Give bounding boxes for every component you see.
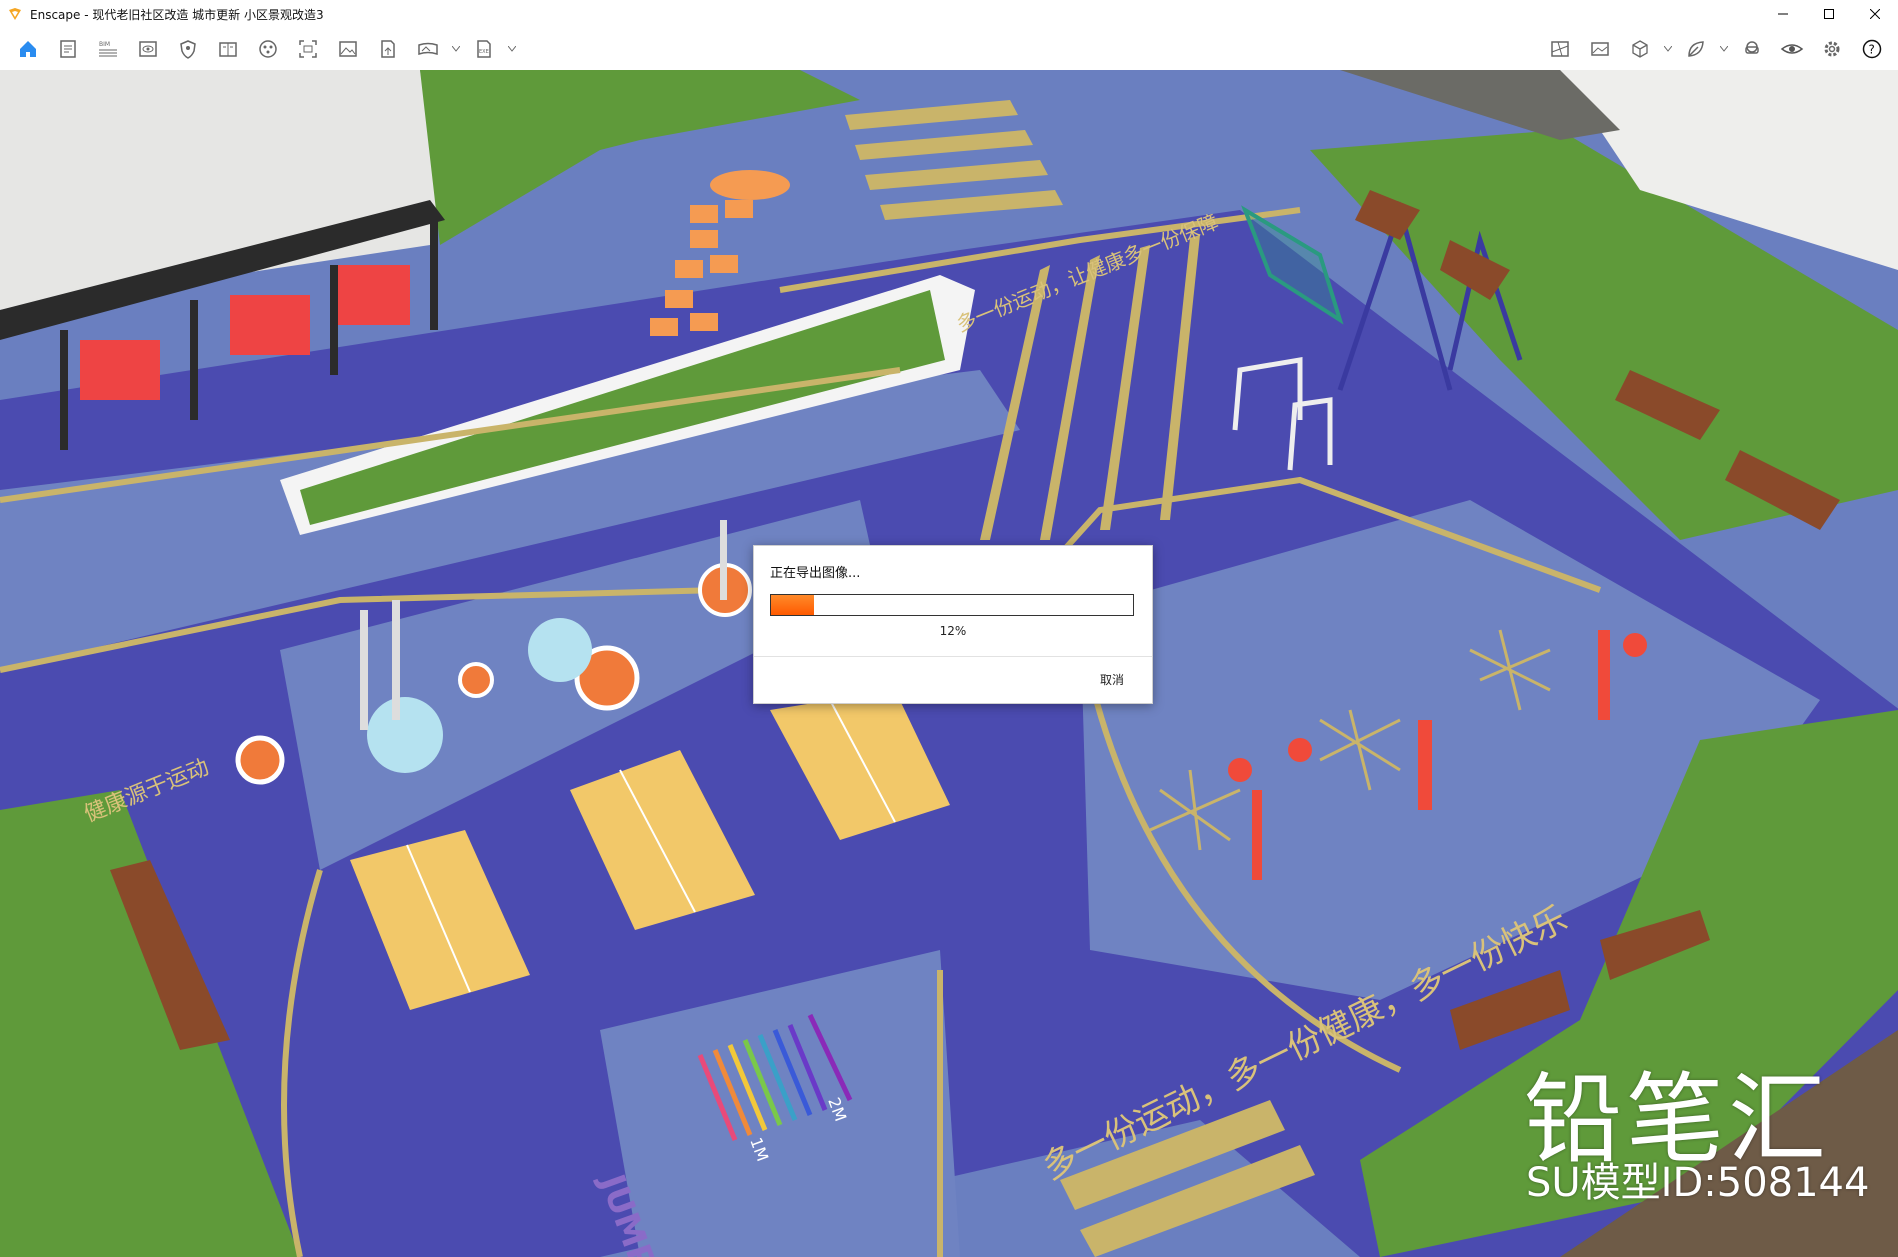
exe-export-icon: EXE [477, 40, 491, 58]
bim-label: BIM [99, 41, 110, 48]
toolbar-right-group: ? [1540, 28, 1892, 70]
visual-settings-button[interactable] [1772, 29, 1812, 69]
home-button[interactable] [8, 29, 48, 69]
chevron-down-icon [1720, 46, 1728, 52]
leaf-dropdown[interactable] [1716, 29, 1732, 69]
window-controls [1760, 0, 1898, 28]
view-icon [139, 41, 157, 57]
panorama-dropdown[interactable] [448, 29, 464, 69]
cube-dropdown[interactable] [1660, 29, 1676, 69]
book-icon [219, 42, 237, 57]
asset-library-button[interactable] [248, 29, 288, 69]
screenshot-icon [299, 40, 317, 58]
enscape-logo-icon [9, 8, 21, 20]
help-button[interactable]: ? [1852, 29, 1892, 69]
book-button[interactable] [208, 29, 248, 69]
shield-icon [180, 40, 196, 59]
dialog-divider [754, 656, 1152, 657]
close-button[interactable] [1852, 0, 1898, 28]
maximize-icon [1824, 9, 1834, 19]
view-button[interactable] [128, 29, 168, 69]
document-icon [60, 40, 76, 58]
exe-dropdown[interactable] [504, 29, 520, 69]
leaf-icon [1688, 41, 1704, 57]
panorama-icon [418, 42, 438, 56]
minimize-icon [1778, 13, 1788, 15]
watermark-model-id: SU模型ID:508144 [1526, 1160, 1870, 1206]
toolbar: BIM EXE ? [0, 28, 1898, 93]
cube-icon [1632, 40, 1648, 58]
title-bar: Enscape - 现代老旧社区改造 城市更新 小区景观改造3 [0, 0, 1898, 28]
dialog-title: 正在导出图像... [770, 566, 861, 581]
panorama-button[interactable] [408, 29, 448, 69]
document-button[interactable] [48, 29, 88, 69]
window-title: Enscape - 现代老旧社区改造 城市更新 小区景观改造3 [30, 7, 324, 22]
home-icon [20, 41, 36, 57]
asset-library-icon [259, 40, 277, 58]
bim-icon: BIM [99, 41, 117, 57]
progress-fill [771, 595, 815, 615]
visual-settings-icon [1780, 44, 1804, 54]
cancel-button[interactable]: 取消 [1100, 671, 1124, 688]
help-icon: ? [1862, 39, 1882, 59]
svg-text:?: ? [1869, 43, 1875, 57]
map-icon [1551, 41, 1569, 57]
screenshot-button[interactable] [288, 29, 328, 69]
image-icon [339, 41, 357, 57]
chevron-down-icon [1664, 46, 1672, 52]
gallery-icon [1591, 42, 1609, 56]
export-progress-dialog: 正在导出图像... 12% 取消 [753, 545, 1153, 704]
chevron-down-icon [452, 46, 460, 52]
bim-button[interactable]: BIM [88, 29, 128, 69]
cube-button[interactable] [1620, 29, 1660, 69]
image-button[interactable] [328, 29, 368, 69]
close-icon [1870, 9, 1880, 19]
gallery-button[interactable] [1580, 29, 1620, 69]
leaf-button[interactable] [1676, 29, 1716, 69]
vr-headset-button[interactable] [1732, 29, 1772, 69]
vr-headset-icon [1745, 41, 1759, 54]
export-progress-bar [770, 594, 1134, 616]
exe-label: EXE [479, 49, 489, 55]
shield-button[interactable] [168, 29, 208, 69]
settings-icon [1824, 41, 1840, 57]
file-export-button[interactable] [368, 29, 408, 69]
map-button[interactable] [1540, 29, 1580, 69]
chevron-down-icon [508, 46, 516, 52]
file-export-icon [381, 40, 395, 58]
maximize-button[interactable] [1806, 0, 1852, 28]
settings-button[interactable] [1812, 29, 1852, 69]
toolbar-left-group: BIM EXE [8, 29, 520, 69]
progress-percent: 12% [939, 624, 967, 638]
exe-export-button[interactable]: EXE [464, 29, 504, 69]
minimize-button[interactable] [1760, 0, 1806, 28]
